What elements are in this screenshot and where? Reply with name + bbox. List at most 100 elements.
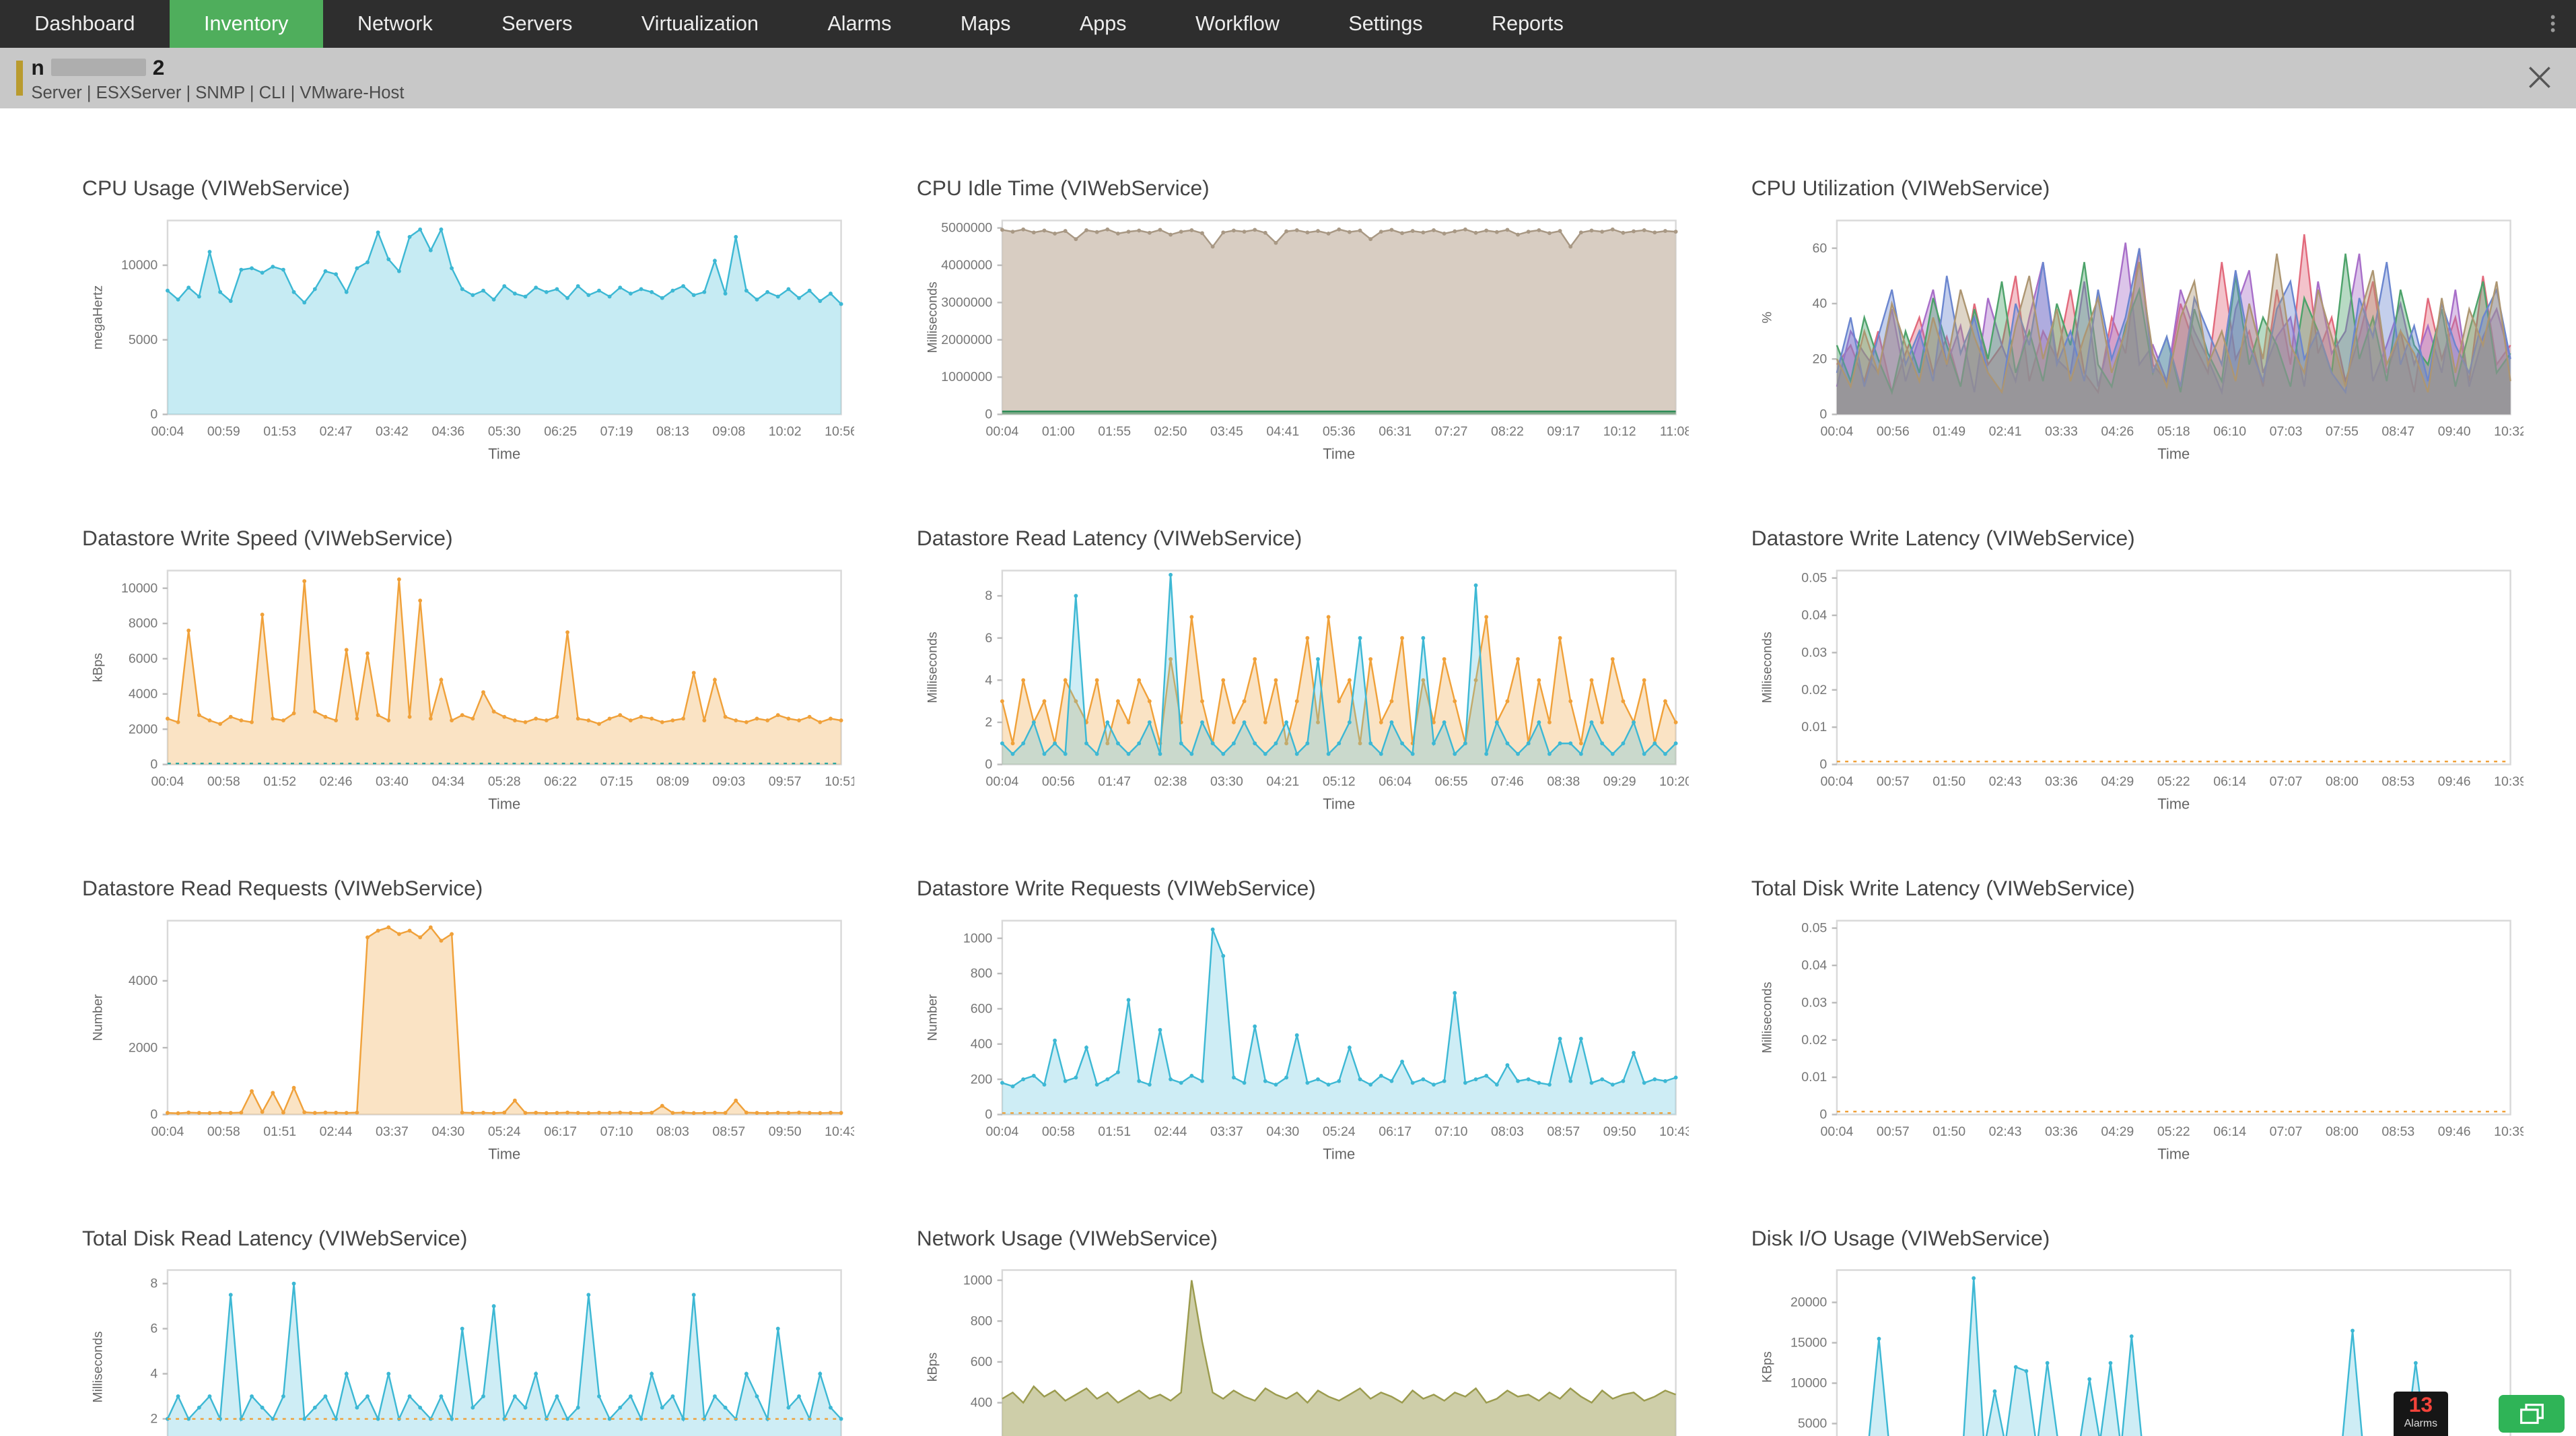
svg-text:04:21: 04:21 [1266,774,1299,789]
nav-item-dashboard[interactable]: Dashboard [0,0,170,48]
svg-text:00:04: 00:04 [985,774,1018,789]
svg-text:00:59: 00:59 [207,424,240,439]
svg-text:09:50: 09:50 [769,1124,802,1139]
svg-text:05:30: 05:30 [488,424,521,439]
svg-text:09:46: 09:46 [2438,1124,2471,1139]
svg-text:06:04: 06:04 [1379,774,1412,789]
svg-text:01:00: 01:00 [1042,424,1075,439]
svg-text:09:03: 09:03 [712,774,745,789]
svg-text:07:27: 07:27 [1435,424,1468,439]
svg-text:03:36: 03:36 [2045,774,2078,789]
nav-overflow-icon[interactable] [2543,0,2563,48]
chart-card: CPU Idle Time (VIWebService) 01000000200… [917,176,1689,475]
svg-text:0.05: 0.05 [1801,570,1827,585]
chart-plot[interactable]: 050001000000:0400:5901:5302:4703:4204:36… [82,207,854,471]
device-name-suffix: 2 [153,56,165,79]
svg-text:800: 800 [971,966,993,981]
svg-text:07:15: 07:15 [600,774,633,789]
chart-title: CPU Usage (VIWebService) [82,176,854,201]
svg-text:2000: 2000 [129,1040,158,1055]
svg-text:03:45: 03:45 [1210,424,1243,439]
svg-text:09:57: 09:57 [769,774,802,789]
svg-text:%: % [1760,312,1774,323]
svg-text:8: 8 [150,1276,158,1291]
nav-item-label: Settings [1348,12,1422,36]
nav-item-alarms[interactable]: Alarms [793,0,926,48]
close-icon[interactable] [2525,63,2554,92]
nav-item-virtualization[interactable]: Virtualization [607,0,794,48]
svg-text:00:58: 00:58 [207,774,240,789]
nav-item-reports[interactable]: Reports [1457,0,1598,48]
svg-text:4: 4 [985,673,992,687]
svg-text:00:58: 00:58 [1042,1124,1075,1139]
chart-card: Datastore Read Latency (VIWebService) 02… [917,526,1689,825]
svg-text:Time: Time [1323,1145,1355,1162]
svg-text:0: 0 [150,757,158,772]
svg-text:Time: Time [488,1145,520,1162]
svg-text:10:02: 10:02 [769,424,802,439]
svg-text:2000: 2000 [129,722,158,737]
svg-text:11:08: 11:08 [1660,424,1689,439]
svg-text:2: 2 [150,1412,158,1427]
svg-text:01:50: 01:50 [1933,774,1965,789]
svg-text:megaHertz: megaHertz [90,285,105,349]
svg-text:10000: 10000 [121,258,158,273]
chart-plot[interactable]: 020406000:0400:5601:4902:4103:3304:2605:… [1751,207,2523,471]
svg-text:08:57: 08:57 [712,1124,745,1139]
svg-text:08:09: 08:09 [656,774,689,789]
nav-item-label: Servers [501,12,572,36]
svg-text:Milliseconds: Milliseconds [90,1332,105,1404]
chart-plot[interactable]: 0200400600800100000:0400:5801:5102:4403:… [917,908,1689,1171]
chart-title: Total Disk Read Latency (VIWebService) [82,1226,854,1251]
svg-text:0.02: 0.02 [1801,1032,1827,1047]
nav-item-settings[interactable]: Settings [1314,0,1457,48]
svg-text:kBps: kBps [925,1353,940,1382]
svg-text:0: 0 [985,757,992,772]
severity-indicator [16,61,23,95]
svg-text:4: 4 [150,1367,158,1381]
nav-item-servers[interactable]: Servers [467,0,607,48]
chart-plot[interactable]: 246800:0400:5701:5002:4303:3604:2905:220… [82,1257,854,1436]
svg-text:02:44: 02:44 [320,1124,353,1139]
svg-text:09:50: 09:50 [1603,1124,1636,1139]
nav-item-apps[interactable]: Apps [1045,0,1161,48]
svg-text:0: 0 [985,1107,992,1122]
chart-plot[interactable]: 0246800:0400:5601:4702:3803:3004:2105:12… [917,557,1689,821]
svg-text:04:34: 04:34 [431,774,464,789]
chart-title: Datastore Write Speed (VIWebService) [82,526,854,551]
alarm-count-badge[interactable]: 13 Alarms [2394,1392,2448,1436]
chart-plot[interactable]: 020004000600080001000000:0400:5801:5202:… [82,557,854,821]
chart-title: Total Disk Write Latency (VIWebService) [1751,876,2523,901]
svg-text:02:41: 02:41 [1988,424,2021,439]
svg-text:0.01: 0.01 [1801,1070,1827,1085]
svg-text:03:30: 03:30 [1210,774,1243,789]
chart-plot[interactable]: 02000400000:0400:5801:5102:4403:3704:300… [82,908,854,1171]
chart-plot[interactable]: 00.010.020.030.040.0500:0400:5701:5002:4… [1751,908,2523,1171]
chart-plot[interactable]: 01000000200000030000004000000500000000:0… [917,207,1689,471]
cascade-windows-button[interactable] [2499,1395,2565,1433]
svg-text:00:04: 00:04 [1820,424,1853,439]
svg-text:02:50: 02:50 [1154,424,1187,439]
svg-text:08:53: 08:53 [2381,774,2414,789]
nav-item-maps[interactable]: Maps [926,0,1045,48]
svg-text:00:58: 00:58 [207,1124,240,1139]
chart-title: Disk I/O Usage (VIWebService) [1751,1226,2523,1251]
svg-text:07:07: 07:07 [2269,774,2302,789]
svg-text:10:39: 10:39 [2494,774,2523,789]
svg-text:01:55: 01:55 [1098,424,1131,439]
nav-item-inventory[interactable]: Inventory [170,0,323,48]
svg-text:10000: 10000 [121,581,158,596]
svg-text:Time: Time [2157,795,2190,812]
svg-text:Milliseconds: Milliseconds [1760,631,1774,704]
svg-text:09:08: 09:08 [712,424,745,439]
svg-text:kBps: kBps [90,652,105,682]
svg-text:Milliseconds: Milliseconds [1760,982,1774,1054]
chart-plot[interactable]: 200400600800100000:0400:5701:5002:4303:3… [917,1257,1689,1436]
alarm-count-label: Alarms [2394,1418,2448,1429]
nav-item-network[interactable]: Network [323,0,467,48]
svg-text:KBps: KBps [1760,1351,1774,1383]
chart-card: CPU Usage (VIWebService) 050001000000:04… [82,176,854,475]
svg-text:05:12: 05:12 [1323,774,1356,789]
chart-plot[interactable]: 00.010.020.030.040.0500:0400:5701:5002:4… [1751,557,2523,821]
nav-item-workflow[interactable]: Workflow [1161,0,1314,48]
